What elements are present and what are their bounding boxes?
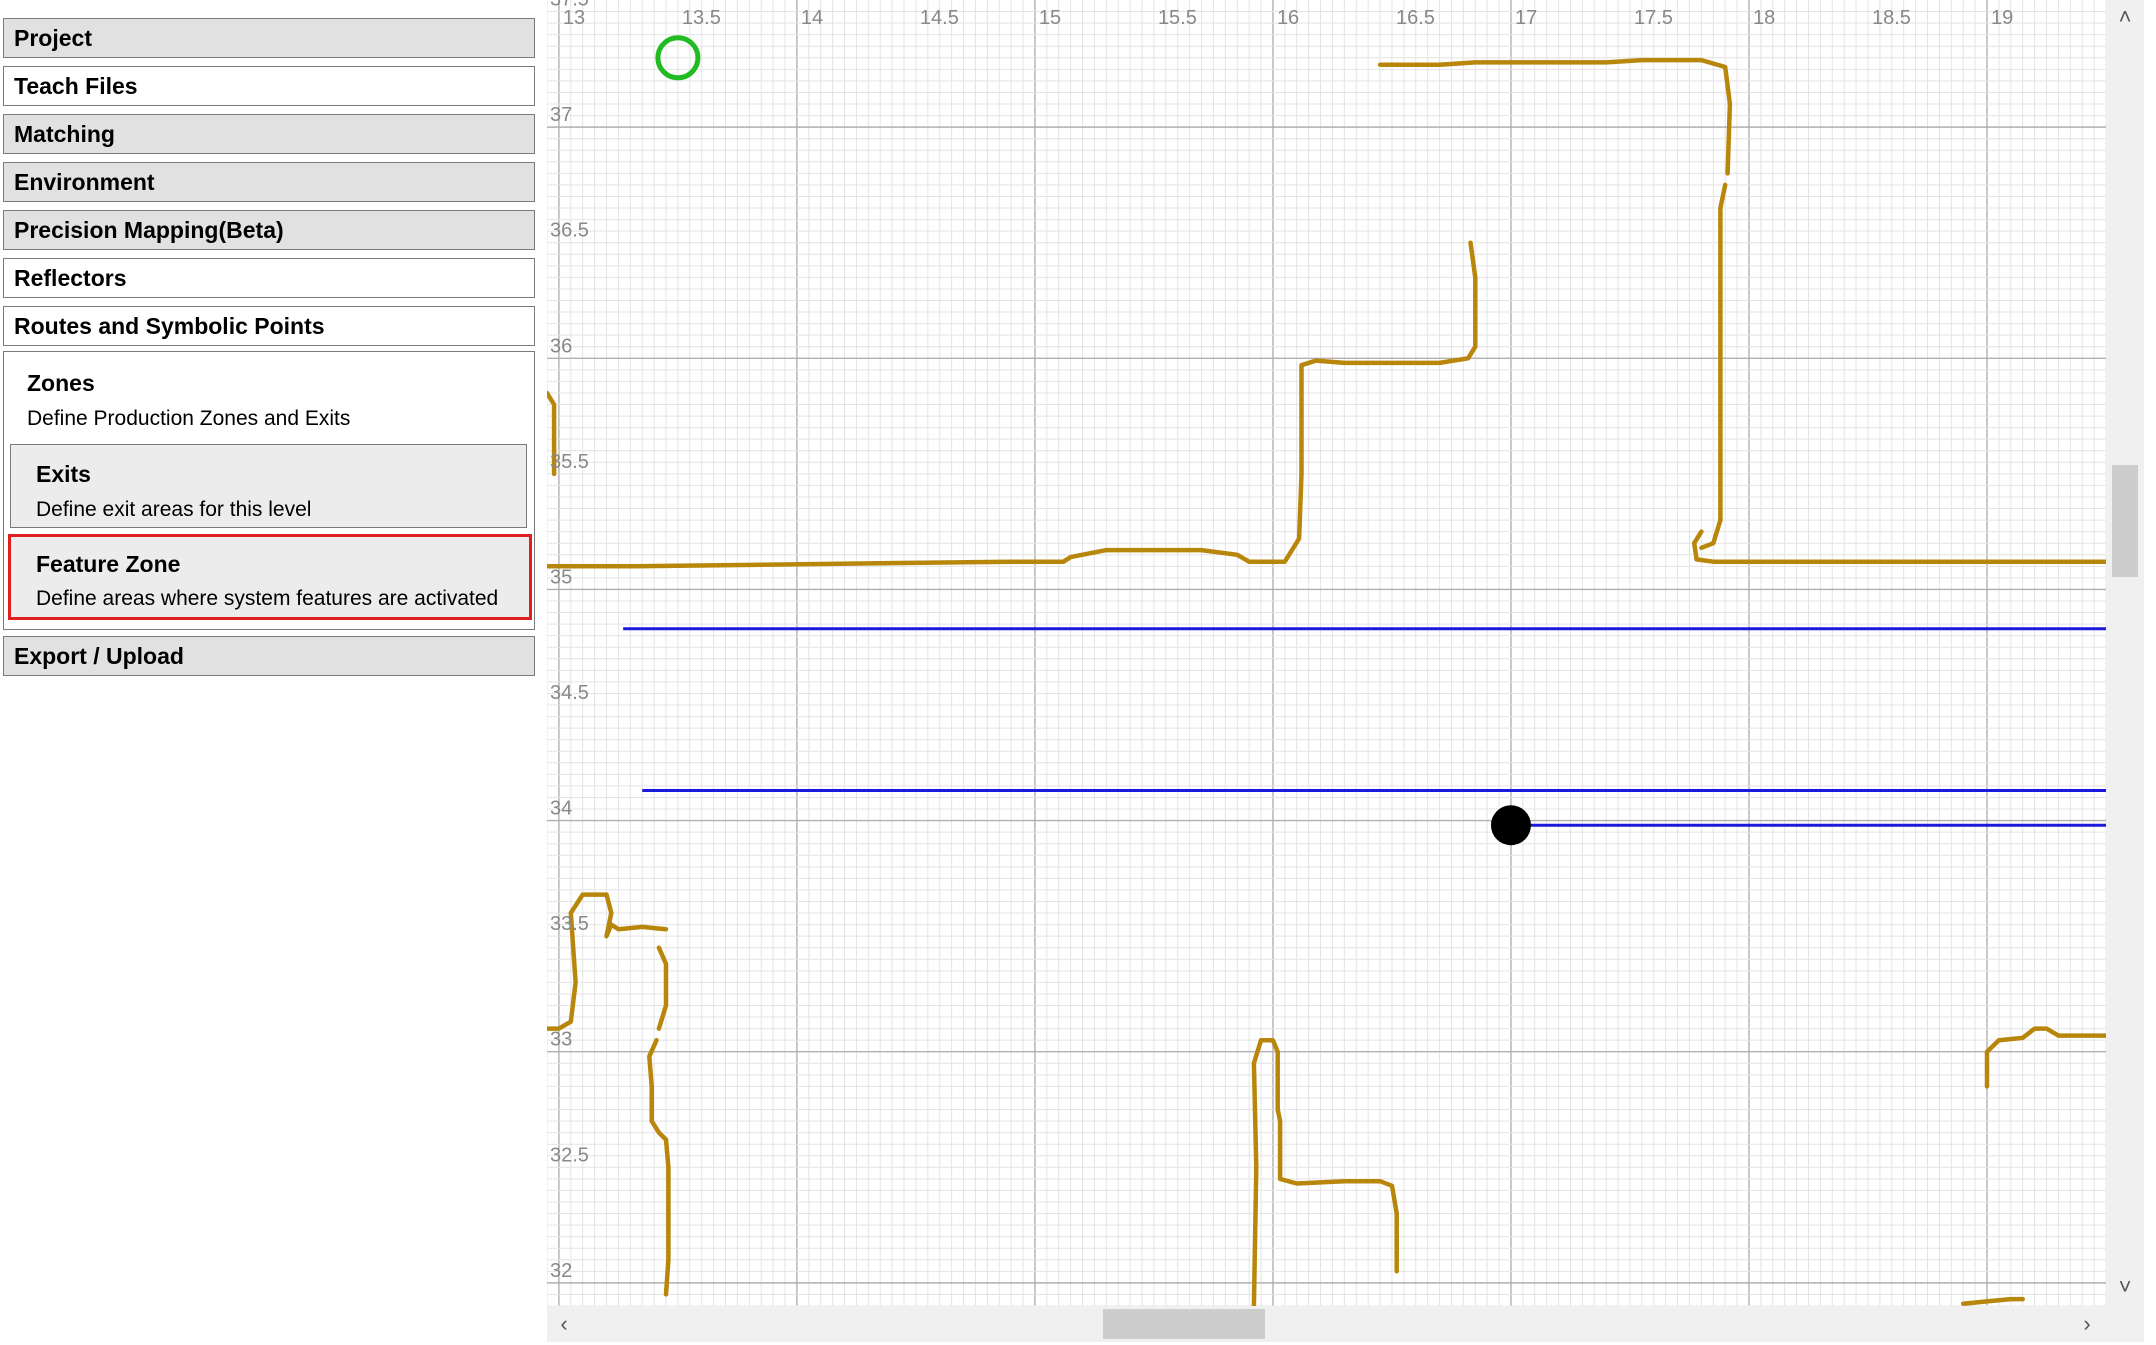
scroll-corner <box>2106 1306 2144 1342</box>
nav-button-matching[interactable]: Matching <box>3 114 535 154</box>
x-tick-label: 17.5 <box>1634 7 1673 29</box>
y-tick-label: 37.5 <box>550 0 589 11</box>
scroll-down-icon[interactable]: ˅ <box>2110 1272 2140 1302</box>
left-panel: Project Teach Files Matching Environment… <box>0 0 545 1345</box>
y-tick-label: 32 <box>550 1260 572 1282</box>
x-tick-label: 13.5 <box>682 7 721 29</box>
nav-button-environment[interactable]: Environment <box>3 162 535 202</box>
exits-description: Define exit areas for this level <box>36 498 312 521</box>
scroll-right-icon[interactable]: › <box>2072 1309 2102 1339</box>
zones-description: Define Production Zones and Exits <box>27 407 351 430</box>
zones-title: Zones <box>27 370 95 396</box>
feature-zone-description: Define areas where system features are a… <box>36 587 499 610</box>
y-tick-label: 33 <box>550 1029 572 1051</box>
map-axis-labels: 1313.51414.51515.51616.51717.51818.51919… <box>550 0 2013 1282</box>
robot-position-icon[interactable] <box>1490 805 1531 846</box>
x-tick-label: 17 <box>1515 7 1537 29</box>
map-routes[interactable] <box>623 627 2106 827</box>
wall-segment <box>1691 529 2106 564</box>
horizontal-scrollbar[interactable]: ‹ › <box>547 1306 2106 1342</box>
nav-button-reflectors[interactable]: Reflectors <box>3 258 535 298</box>
wall-segment <box>1960 1296 2025 1306</box>
scroll-left-icon[interactable]: ‹ <box>549 1309 579 1339</box>
x-tick-label: 16.5 <box>1396 7 1435 29</box>
y-tick-label: 35 <box>550 566 572 588</box>
vertical-scroll-thumb[interactable] <box>2112 465 2138 577</box>
x-tick-label: 18.5 <box>1872 7 1911 29</box>
y-tick-label: 36 <box>550 335 572 357</box>
y-tick-label: 34 <box>550 798 572 820</box>
exits-item[interactable]: Exits Define exit areas for this level <box>10 444 527 528</box>
zones-group[interactable]: Zones Define Production Zones and Exits … <box>3 351 535 630</box>
x-tick-label: 14.5 <box>920 7 959 29</box>
feature-zone-title: Feature Zone <box>36 551 181 577</box>
nav-button-precision-mapping[interactable]: Precision Mapping(Beta) <box>3 210 535 250</box>
vertical-scrollbar[interactable]: ˄ ˅ <box>2106 0 2144 1306</box>
y-tick-label: 37 <box>550 104 572 126</box>
x-tick-label: 19 <box>1991 7 2013 29</box>
y-tick-label: 34.5 <box>550 682 589 704</box>
scroll-up-icon[interactable]: ˄ <box>2110 2 2140 32</box>
x-tick-label: 15 <box>1039 7 1061 29</box>
feature-zone-item[interactable]: Feature Zone Define areas where system f… <box>8 534 532 620</box>
y-tick-label: 32.5 <box>550 1144 589 1166</box>
y-tick-label: 35.5 <box>550 451 589 473</box>
x-tick-label: 15.5 <box>1158 7 1197 29</box>
map-canvas[interactable]: 1313.51414.51515.51616.51717.51818.51919… <box>547 0 2106 1306</box>
nav-button-teach-files[interactable]: Teach Files <box>3 66 535 106</box>
wall-segment <box>1251 1037 1399 1306</box>
y-tick-label: 36.5 <box>550 220 589 242</box>
wall-segment <box>656 945 669 1031</box>
nav-button-export-upload[interactable]: Export / Upload <box>3 636 535 676</box>
y-tick-label: 33.5 <box>550 913 589 935</box>
x-tick-label: 14 <box>801 7 823 29</box>
map-grid <box>547 0 2106 1306</box>
horizontal-scroll-thumb[interactable] <box>1103 1309 1265 1339</box>
x-tick-label: 18 <box>1753 7 1775 29</box>
nav-button-project[interactable]: Project <box>3 18 535 58</box>
x-tick-label: 16 <box>1277 7 1299 29</box>
exits-title: Exits <box>36 461 91 487</box>
nav-button-routes[interactable]: Routes and Symbolic Points <box>3 306 535 346</box>
